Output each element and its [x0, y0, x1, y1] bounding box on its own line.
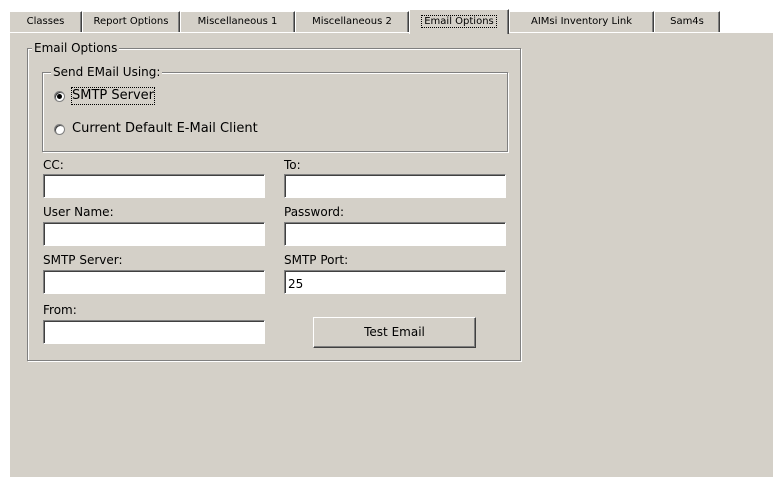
radio-smtp-server[interactable]: SMTP Server — [54, 87, 156, 105]
radio-smtp-server-label: SMTP Server — [70, 87, 156, 105]
tab-page-email-options: Email Options Send EMail Using: SMTP Ser… — [9, 32, 773, 477]
tab-label: Sam4s — [670, 16, 704, 27]
cc-field[interactable] — [43, 174, 265, 198]
radio-default-email-client-label: Current Default E-Mail Client — [72, 121, 258, 136]
cc-label: CC: — [43, 158, 64, 172]
tab-label: Miscellaneous 2 — [312, 16, 392, 27]
tab-aimsi-inventory-link[interactable]: AIMsi Inventory Link — [509, 11, 654, 32]
tab-email-options[interactable]: Email Options — [409, 9, 509, 34]
send-email-using-group: Send EMail Using: SMTP Server Current De… — [42, 65, 508, 152]
password-label: Password: — [284, 205, 345, 219]
user-name-field[interactable] — [43, 222, 265, 246]
tab-label: Classes — [26, 16, 65, 27]
radio-checked-icon — [54, 90, 65, 102]
email-options-group-title: Email Options — [32, 41, 120, 55]
radio-unchecked-icon — [54, 123, 65, 135]
smtp-port-label: SMTP Port: — [284, 253, 349, 267]
tab-label: Report Options — [93, 16, 169, 27]
smtp-server-label: SMTP Server: — [43, 253, 123, 267]
send-email-using-title: Send EMail Using: — [51, 65, 163, 79]
test-email-button[interactable]: Test Email — [313, 317, 476, 348]
from-label: From: — [43, 303, 77, 317]
password-field[interactable] — [284, 222, 506, 246]
options-window: Classes Report Options Miscellaneous 1 M… — [0, 0, 773, 477]
tab-label: Email Options — [421, 15, 497, 28]
radio-default-email-client[interactable]: Current Default E-Mail Client — [54, 121, 258, 137]
tab-miscellaneous-1[interactable]: Miscellaneous 1 — [180, 11, 295, 32]
user-name-label: User Name: — [43, 205, 114, 219]
tab-sam4s[interactable]: Sam4s — [654, 11, 720, 32]
tab-strip: Classes Report Options Miscellaneous 1 M… — [0, 0, 773, 34]
to-field[interactable] — [284, 174, 506, 198]
tab-classes[interactable]: Classes — [9, 11, 82, 32]
tab-report-options[interactable]: Report Options — [82, 11, 180, 32]
tab-label: Miscellaneous 1 — [197, 16, 278, 27]
from-field[interactable] — [43, 320, 265, 344]
smtp-port-field[interactable] — [284, 270, 506, 294]
email-options-group: Email Options Send EMail Using: SMTP Ser… — [27, 41, 521, 361]
smtp-server-field[interactable] — [43, 270, 265, 294]
tab-miscellaneous-2[interactable]: Miscellaneous 2 — [295, 11, 409, 32]
tab-label: AIMsi Inventory Link — [530, 16, 632, 27]
to-label: To: — [284, 158, 301, 172]
